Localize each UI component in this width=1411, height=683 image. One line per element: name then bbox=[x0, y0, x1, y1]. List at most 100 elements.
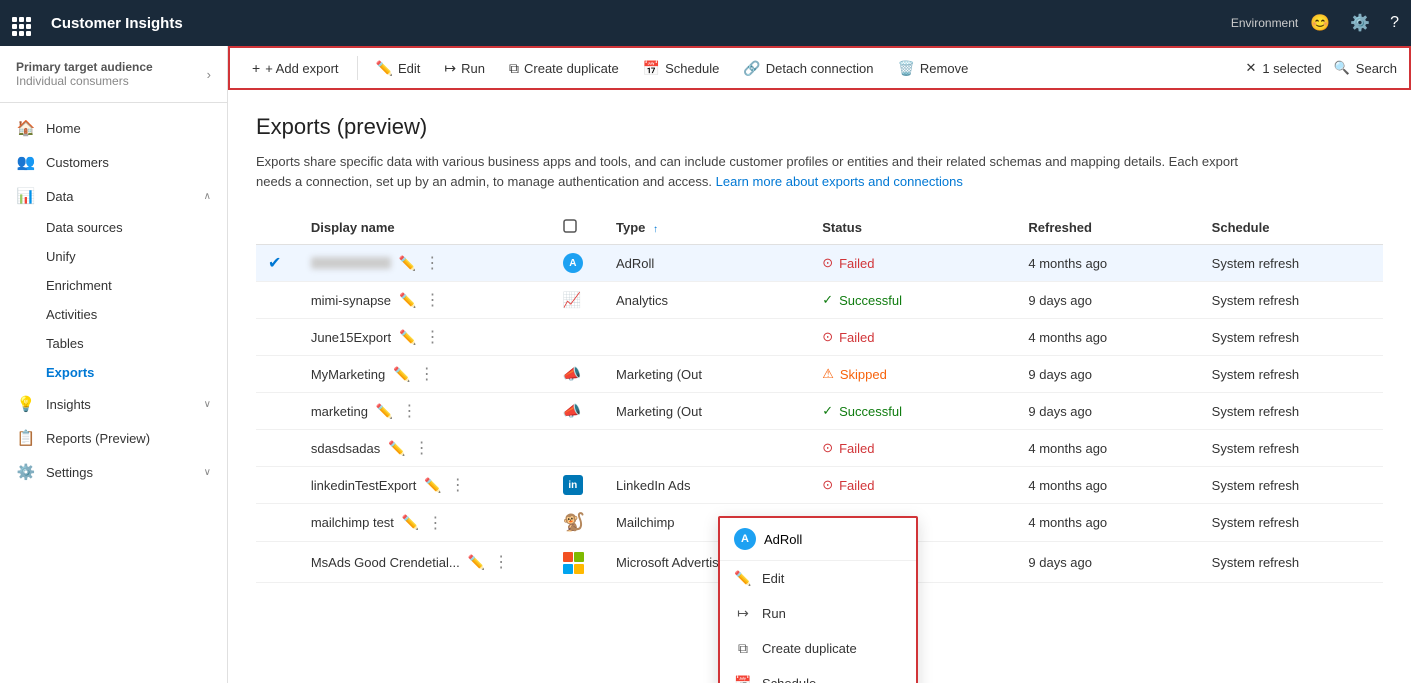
learn-more-link[interactable]: Learn more about exports and connections bbox=[716, 174, 963, 189]
sidebar-item-activities[interactable]: Activities bbox=[0, 300, 227, 329]
row-checkbox[interactable] bbox=[256, 282, 299, 319]
row-type bbox=[604, 319, 810, 356]
table-row[interactable]: mimi-synapse ✏️ ⋮ 📈 Analytics ✓ Successf… bbox=[256, 282, 1383, 319]
sidebar-item-unify[interactable]: Unify bbox=[0, 242, 227, 271]
row-edit-icon[interactable]: ✏️ bbox=[468, 554, 485, 571]
row-type: Marketing (Out bbox=[604, 393, 810, 430]
customers-icon: 👥 bbox=[16, 153, 36, 171]
duplicate-icon: ⧉ bbox=[509, 60, 519, 77]
row-more-icon[interactable]: ⋮ bbox=[414, 438, 430, 458]
search-label: Search bbox=[1356, 61, 1397, 76]
context-menu-create-duplicate[interactable]: ⧉ Create duplicate bbox=[720, 631, 916, 666]
create-duplicate-button[interactable]: ⧉ Create duplicate bbox=[499, 55, 629, 82]
row-name: linkedinTestExport ✏️ ⋮ bbox=[299, 467, 551, 504]
insights-label: Insights bbox=[46, 397, 91, 412]
run-button[interactable]: ↦ Run bbox=[434, 55, 495, 82]
run-label: Run bbox=[461, 61, 485, 76]
sidebar-item-exports[interactable]: Exports bbox=[0, 358, 227, 387]
add-export-button[interactable]: + + Add export bbox=[242, 55, 349, 81]
row-name: MyMarketing ✏️ ⋮ bbox=[299, 356, 551, 393]
row-type: LinkedIn Ads bbox=[604, 467, 810, 504]
context-menu-run[interactable]: ↦ Run bbox=[720, 596, 916, 631]
type-sort-icon: ↑ bbox=[653, 224, 658, 235]
row-refreshed: 9 days ago bbox=[1016, 282, 1199, 319]
row-schedule: System refresh bbox=[1200, 467, 1383, 504]
row-edit-icon[interactable]: ✏️ bbox=[399, 329, 416, 346]
person-icon[interactable]: 😊 bbox=[1310, 13, 1330, 33]
row-checkbox[interactable] bbox=[256, 467, 299, 504]
row-edit-icon[interactable]: ✏️ bbox=[399, 292, 416, 309]
environment-label: Environment bbox=[1231, 16, 1298, 30]
page-description: Exports share specific data with various… bbox=[256, 152, 1256, 191]
data-sources-label: Data sources bbox=[46, 220, 123, 235]
col-header-display-name: Display name bbox=[299, 211, 551, 245]
row-checkbox[interactable]: ✔ bbox=[256, 245, 299, 282]
row-more-icon[interactable]: ⋮ bbox=[401, 401, 417, 421]
data-chevron-icon: ∧ bbox=[204, 191, 211, 202]
col-header-type[interactable]: Type ↑ bbox=[604, 211, 810, 245]
sidebar-item-settings[interactable]: ⚙️ Settings ∨ bbox=[0, 455, 227, 489]
row-more-icon[interactable]: ⋮ bbox=[450, 475, 466, 495]
selected-count-label: 1 selected bbox=[1262, 61, 1321, 76]
row-type-icon bbox=[551, 430, 604, 467]
close-selected-icon[interactable]: ✕ bbox=[1245, 60, 1256, 76]
row-more-icon[interactable]: ⋮ bbox=[427, 513, 443, 533]
settings-label: Settings bbox=[46, 465, 93, 480]
row-checkbox[interactable] bbox=[256, 430, 299, 467]
table-row[interactable]: June15Export ✏️ ⋮ ⊙ Failed 4 months ago … bbox=[256, 319, 1383, 356]
sidebar-item-data-sources[interactable]: Data sources bbox=[0, 213, 227, 242]
row-checkbox[interactable] bbox=[256, 356, 299, 393]
row-edit-icon[interactable]: ✏️ bbox=[424, 477, 441, 494]
app-grid-icon[interactable] bbox=[12, 10, 31, 36]
edit-button[interactable]: ✏️ Edit bbox=[366, 55, 431, 82]
calendar-icon: 📅 bbox=[643, 60, 660, 77]
sidebar-item-home[interactable]: 🏠 Home bbox=[0, 111, 227, 145]
schedule-button[interactable]: 📅 Schedule bbox=[633, 55, 730, 82]
context-menu-schedule[interactable]: 📅 Schedule bbox=[720, 666, 916, 683]
help-icon[interactable]: ? bbox=[1390, 14, 1399, 32]
sidebar-item-enrichment[interactable]: Enrichment bbox=[0, 271, 227, 300]
row-more-icon[interactable]: ⋮ bbox=[493, 552, 509, 572]
table-row[interactable]: ✔ ✏️ ⋮ A AdRoll ⊙ Failed 4 months ago Sy… bbox=[256, 245, 1383, 282]
row-edit-icon[interactable]: ✏️ bbox=[402, 514, 419, 531]
exports-label: Exports bbox=[46, 365, 94, 380]
schedule-label: Schedule bbox=[665, 61, 719, 76]
sidebar-item-reports[interactable]: 📋 Reports (Preview) bbox=[0, 421, 227, 455]
row-checkbox[interactable] bbox=[256, 504, 299, 542]
row-refreshed: 4 months ago bbox=[1016, 245, 1199, 282]
table-row[interactable]: sdasdsadas ✏️ ⋮ ⊙ Failed 4 months ago Sy… bbox=[256, 430, 1383, 467]
row-checkbox[interactable] bbox=[256, 393, 299, 430]
activities-label: Activities bbox=[46, 307, 97, 322]
row-more-icon[interactable]: ⋮ bbox=[419, 364, 435, 384]
sidebar-nav: 🏠 Home 👥 Customers 📊 Data ∧ Data sources… bbox=[0, 103, 227, 497]
sidebar-audience[interactable]: Primary target audience Individual consu… bbox=[0, 46, 227, 103]
row-edit-icon[interactable]: ✏️ bbox=[399, 255, 416, 272]
row-name: June15Export ✏️ ⋮ bbox=[299, 319, 551, 356]
row-checkbox[interactable] bbox=[256, 542, 299, 583]
sidebar-item-insights[interactable]: 💡 Insights ∨ bbox=[0, 387, 227, 421]
sidebar-item-tables[interactable]: Tables bbox=[0, 329, 227, 358]
remove-button[interactable]: 🗑️ Remove bbox=[887, 55, 978, 82]
row-edit-icon[interactable]: ✏️ bbox=[393, 366, 410, 383]
row-edit-icon[interactable]: ✏️ bbox=[388, 440, 405, 457]
table-row[interactable]: MyMarketing ✏️ ⋮ 📣 Marketing (Out ⚠ Skip… bbox=[256, 356, 1383, 393]
sidebar-item-data[interactable]: 📊 Data ∧ bbox=[0, 179, 227, 213]
context-menu-edit[interactable]: ✏️ Edit bbox=[720, 561, 916, 596]
row-name: ✏️ ⋮ bbox=[299, 245, 551, 282]
row-more-icon[interactable]: ⋮ bbox=[425, 327, 441, 347]
row-checkbox[interactable] bbox=[256, 319, 299, 356]
context-schedule-label: Schedule bbox=[762, 676, 816, 683]
row-more-icon[interactable]: ⋮ bbox=[424, 253, 440, 273]
row-more-icon[interactable]: ⋮ bbox=[424, 290, 440, 310]
settings-icon[interactable]: ⚙️ bbox=[1350, 13, 1370, 33]
row-type-icon: 📣 bbox=[551, 356, 604, 393]
table-row[interactable]: marketing ✏️ ⋮ 📣 Marketing (Out ✓ Succes… bbox=[256, 393, 1383, 430]
search-box[interactable]: 🔍 Search bbox=[1334, 60, 1397, 76]
home-icon: 🏠 bbox=[16, 119, 36, 137]
detach-connection-button[interactable]: 🔗 Detach connection bbox=[733, 55, 883, 82]
table-row[interactable]: linkedinTestExport ✏️ ⋮ in LinkedIn Ads … bbox=[256, 467, 1383, 504]
col-header-refreshed: Refreshed bbox=[1016, 211, 1199, 245]
row-type: Marketing (Out bbox=[604, 356, 810, 393]
sidebar-item-customers[interactable]: 👥 Customers bbox=[0, 145, 227, 179]
row-edit-icon[interactable]: ✏️ bbox=[376, 403, 393, 420]
